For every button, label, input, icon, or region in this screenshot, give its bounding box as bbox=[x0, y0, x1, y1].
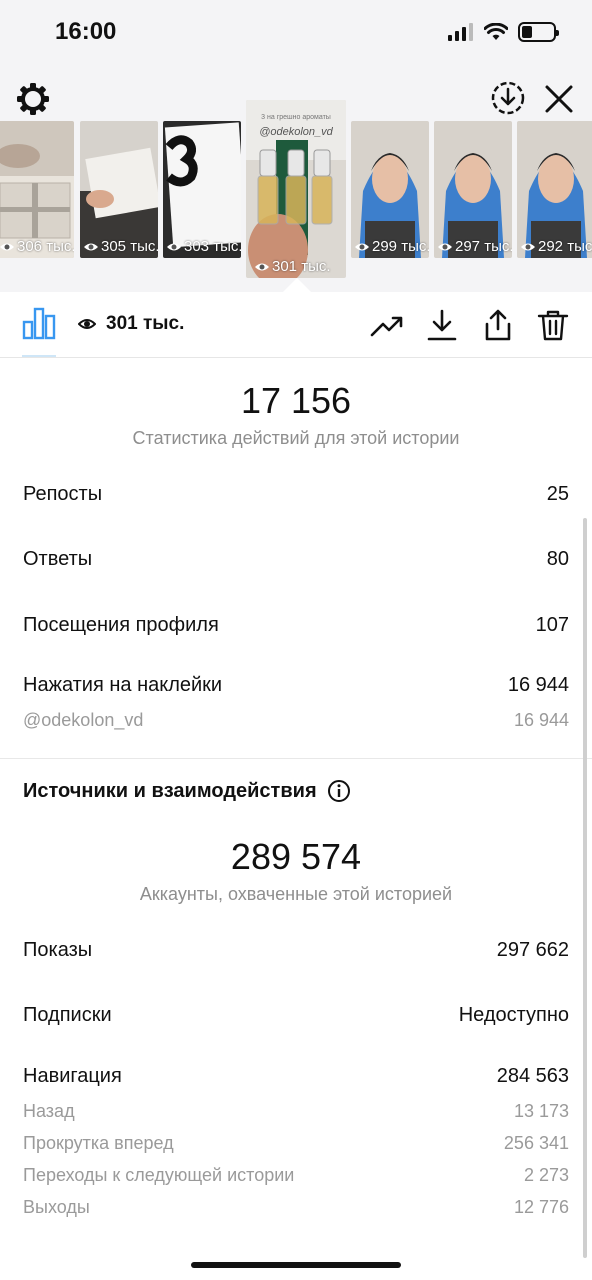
stat-label: Ответы bbox=[23, 548, 93, 570]
stat-row: Посещения профиля 107 bbox=[23, 614, 569, 637]
trending-arrow-icon[interactable] bbox=[370, 308, 404, 342]
stat-subrow: Переходы к следующей истории 2 273 bbox=[23, 1165, 569, 1186]
status-bar: 16:00 bbox=[0, 0, 592, 70]
thumbnail-views: 297 тыс. bbox=[437, 238, 512, 255]
stat-value: 25 bbox=[546, 483, 569, 505]
stat-row: Ответы 80 bbox=[23, 548, 569, 571]
section-title: Источники и взаимодействия bbox=[23, 779, 351, 803]
thumbnail-views: 303 тыс. bbox=[166, 238, 241, 255]
thumbnail-views: 306 тыс. bbox=[0, 238, 74, 255]
stat-label: @odekolon_vd bbox=[23, 710, 144, 730]
stat-label: Назад bbox=[23, 1101, 75, 1121]
story-header: 16:00 306 тыс. 305 тыс. 303 тыс. 3 на гр… bbox=[0, 0, 592, 292]
home-indicator[interactable] bbox=[191, 1262, 401, 1268]
delete-trash-icon[interactable] bbox=[536, 308, 570, 342]
eye-icon bbox=[521, 243, 535, 250]
stat-row: Навигация 284 563 bbox=[23, 1065, 569, 1088]
reach-caption: Аккаунты, охваченные этой историей bbox=[139, 884, 453, 904]
active-tab-underline bbox=[22, 355, 56, 357]
stat-label: Нажатия на наклейки bbox=[23, 674, 223, 696]
info-icon[interactable] bbox=[327, 779, 351, 803]
stat-row: Показы 297 662 bbox=[23, 939, 569, 962]
stat-subrow: Прокрутка вперед 256 341 bbox=[23, 1133, 569, 1154]
stat-label: Выходы bbox=[23, 1197, 90, 1217]
eye-icon bbox=[355, 243, 369, 250]
stat-label: Показы bbox=[23, 939, 93, 961]
section-divider bbox=[0, 758, 592, 759]
thumbnail-views: 299 тыс. bbox=[354, 238, 429, 255]
stat-value: 12 776 bbox=[513, 1197, 569, 1217]
story-toolbar: 301 тыс. bbox=[0, 292, 592, 358]
stat-row: Репосты 25 bbox=[23, 483, 569, 506]
status-icons bbox=[448, 22, 559, 42]
eye-icon bbox=[0, 243, 14, 250]
reach-total: 289 574 bbox=[230, 836, 362, 877]
battery-icon bbox=[518, 22, 559, 42]
actions-caption: Статистика действий для этой истории bbox=[132, 428, 460, 448]
stat-value: 16 944 bbox=[507, 674, 569, 696]
actions-total: 17 156 bbox=[240, 380, 352, 421]
selected-pointer bbox=[283, 278, 311, 292]
stat-value: 107 bbox=[535, 614, 569, 636]
signal-icon bbox=[448, 23, 473, 41]
story-thumbnail[interactable]: 299 тыс. bbox=[351, 121, 429, 258]
story-thumbnails: 306 тыс. 305 тыс. 303 тыс. 3 на грешно а… bbox=[0, 100, 592, 280]
eye-icon bbox=[167, 243, 181, 250]
stat-value: 256 341 bbox=[503, 1133, 569, 1153]
story-thumbnail-selected[interactable]: 3 на грешно ароматы @odekolon_vd 301 тыс… bbox=[246, 100, 346, 278]
stat-value: 2 273 bbox=[523, 1165, 569, 1185]
download-icon[interactable] bbox=[425, 308, 459, 342]
eye-icon bbox=[438, 243, 452, 250]
stat-value: 16 944 bbox=[513, 710, 569, 730]
stat-value: 297 662 bbox=[496, 939, 569, 961]
toolbar-views: 301 тыс. bbox=[78, 313, 184, 335]
eye-icon bbox=[84, 243, 98, 250]
thumbnail-views: 292 тыс. bbox=[520, 238, 592, 255]
story-mention: @odekolon_vd bbox=[259, 126, 333, 138]
story-thumbnail[interactable]: 303 тыс. bbox=[163, 121, 241, 258]
story-text-line: 3 на грешно ароматы bbox=[261, 114, 331, 121]
stat-subrow: @odekolon_vd 16 944 bbox=[23, 710, 569, 731]
stat-label: Посещения профиля bbox=[23, 614, 219, 636]
scrollbar[interactable] bbox=[583, 518, 587, 1258]
stat-row: Нажатия на наклейки 16 944 bbox=[23, 674, 569, 697]
stat-value: 13 173 bbox=[513, 1101, 569, 1121]
stat-value: Недоступно bbox=[458, 1004, 569, 1026]
stat-label: Навигация bbox=[23, 1065, 122, 1087]
eye-icon bbox=[78, 319, 96, 329]
toolbar-views-count: 301 тыс. bbox=[106, 313, 185, 334]
story-thumbnail[interactable]: 292 тыс. bbox=[517, 121, 592, 258]
stat-label: Переходы к следующей истории bbox=[23, 1165, 295, 1185]
stat-subrow: Назад 13 173 bbox=[23, 1101, 569, 1122]
stat-label: Репосты bbox=[23, 483, 103, 505]
story-thumbnail[interactable]: 297 тыс. bbox=[434, 121, 512, 258]
stat-value: 284 563 bbox=[496, 1065, 569, 1087]
wifi-icon bbox=[484, 23, 508, 40]
story-thumbnail[interactable]: 306 тыс. bbox=[0, 121, 74, 258]
stat-label: Подписки bbox=[23, 1004, 112, 1026]
thumbnail-views: 305 тыс. bbox=[83, 238, 158, 255]
story-thumbnail[interactable]: 305 тыс. bbox=[80, 121, 158, 258]
stat-label: Прокрутка вперед bbox=[23, 1133, 174, 1153]
section-title-text: Источники и взаимодействия bbox=[23, 779, 317, 802]
stat-value: 80 bbox=[546, 548, 569, 570]
share-icon[interactable] bbox=[481, 308, 515, 342]
stat-subrow: Выходы 12 776 bbox=[23, 1197, 569, 1218]
insights-bar-chart-icon[interactable] bbox=[22, 306, 56, 340]
stat-row: Подписки Недоступно bbox=[23, 1004, 569, 1027]
status-time: 16:00 bbox=[55, 18, 117, 45]
thumbnail-views: 301 тыс. bbox=[254, 258, 331, 275]
eye-icon bbox=[255, 263, 269, 270]
